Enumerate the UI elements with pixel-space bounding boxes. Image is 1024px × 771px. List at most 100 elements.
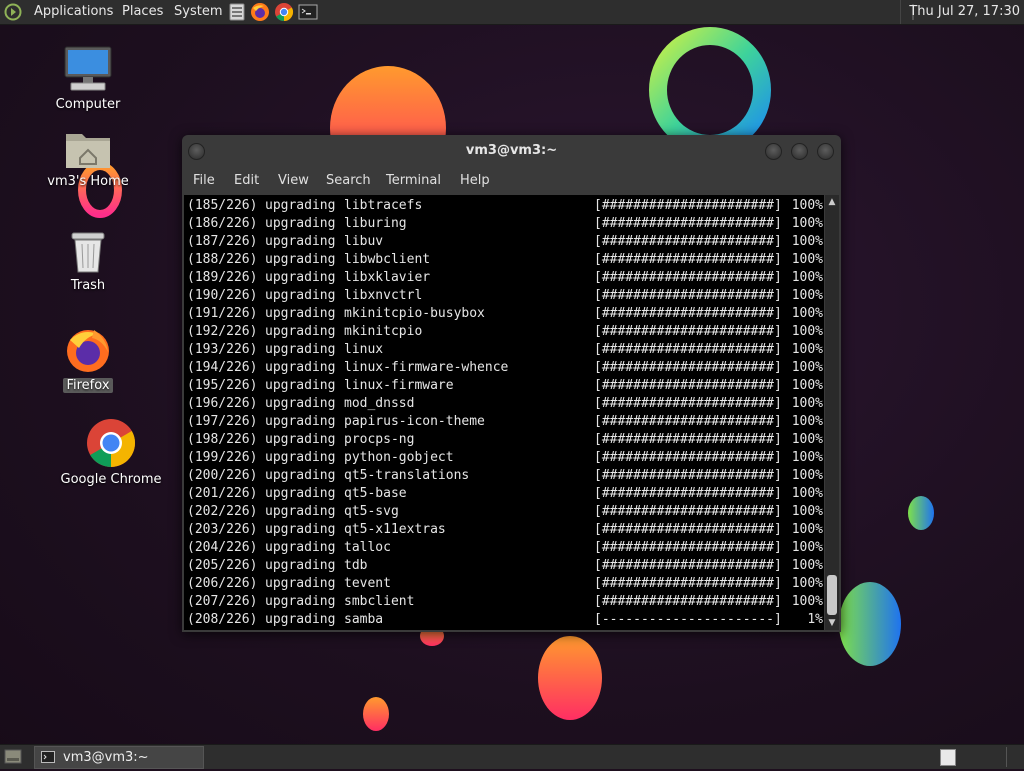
terminal-line: (203/226) upgrading qt5-x11extras [########… (187, 521, 823, 539)
line-action: upgrading (265, 252, 336, 267)
line-percent: 100% (791, 252, 823, 267)
terminal-launcher-icon[interactable] (298, 2, 318, 22)
line-action: upgrading (265, 198, 336, 213)
line-counter: (196/226) (187, 396, 258, 411)
menu-edit[interactable]: Edit (234, 167, 259, 195)
desktop-icon-label: Trash (70, 278, 106, 293)
line-progress-bar: [######################] (594, 432, 782, 447)
desktop-icon-home[interactable]: vm3's Home (33, 128, 143, 189)
line-action: upgrading (265, 468, 336, 483)
scroll-down-arrow-icon[interactable]: ▼ (826, 618, 838, 628)
terminal-scrollbar[interactable]: ▲ ▼ (825, 195, 839, 630)
home-folder-icon (64, 128, 112, 170)
panel-separator (1006, 747, 1007, 767)
menu-terminal[interactable]: Terminal (386, 167, 441, 195)
desktop-icon-trash[interactable]: Trash (33, 230, 143, 293)
maximize-button[interactable] (791, 143, 808, 160)
line-action: upgrading (265, 414, 336, 429)
system-menu[interactable]: System (174, 0, 222, 24)
line-counter: (194/226) (187, 360, 258, 375)
scroll-thumb[interactable] (827, 575, 837, 615)
desktop-icon-chrome[interactable]: Google Chrome (56, 418, 166, 487)
line-progress-bar: [######################] (594, 342, 782, 357)
line-progress-bar: [######################] (594, 450, 782, 465)
line-package: libtracefs (344, 198, 423, 213)
line-counter: (206/226) (187, 576, 258, 591)
terminal-line: (199/226) upgrading python-gobject [#######… (187, 449, 823, 467)
menu-file[interactable]: File (193, 167, 215, 195)
menu-logo-icon[interactable] (4, 3, 22, 21)
line-action: upgrading (265, 324, 336, 339)
scroll-up-arrow-icon[interactable]: ▲ (826, 197, 838, 207)
clock[interactable]: Thu Jul 27, 17:30 (900, 0, 1020, 24)
line-action: upgrading (265, 360, 336, 375)
bottom-panel: vm3@vm3:~ (0, 744, 1024, 769)
taskbar-window-label: vm3@vm3:~ (63, 750, 149, 765)
line-progress-bar: [######################] (594, 378, 782, 393)
line-package: tdb (344, 558, 368, 573)
line-action: upgrading (265, 576, 336, 591)
firefox-launcher-icon[interactable] (250, 2, 270, 22)
line-progress-bar: [######################] (594, 558, 782, 573)
line-action: upgrading (265, 270, 336, 285)
line-percent: 100% (791, 414, 823, 429)
line-percent: 100% (791, 360, 823, 375)
line-percent: 100% (791, 216, 823, 231)
line-counter: (188/226) (187, 252, 258, 267)
terminal-line: (208/226) upgrading samba [----------------… (187, 611, 823, 629)
line-counter: (204/226) (187, 540, 258, 555)
line-progress-bar: [######################] (594, 270, 782, 285)
line-action: upgrading (265, 522, 336, 537)
terminal-line: (195/226) upgrading linux-firmware [#######… (187, 377, 823, 395)
minimize-button[interactable] (765, 143, 782, 160)
line-package: qt5-translations (344, 468, 470, 483)
terminal-window[interactable]: vm3@vm3:~ File Edit View Search Terminal… (182, 135, 841, 632)
chrome-launcher-icon[interactable] (274, 2, 294, 22)
line-package: liburing (344, 216, 407, 231)
workspace-switcher[interactable] (940, 749, 956, 766)
line-percent: 100% (791, 504, 823, 519)
line-action: upgrading (265, 450, 336, 465)
terminal-line: (189/226) upgrading libxklavier [##########… (187, 269, 823, 287)
line-progress-bar: [######################] (594, 486, 782, 501)
line-package: libxnvctrl (344, 288, 423, 303)
terminal-line: (186/226) upgrading liburing [#############… (187, 215, 823, 233)
line-package: libxklavier (344, 270, 431, 285)
line-progress-bar: [######################] (594, 324, 782, 339)
line-action: upgrading (265, 486, 336, 501)
line-counter: (185/226) (187, 198, 258, 213)
terminal-line: (202/226) upgrading qt5-svg [##############… (187, 503, 823, 521)
line-percent: 100% (791, 234, 823, 249)
line-action: upgrading (265, 342, 336, 357)
line-percent: 100% (791, 270, 823, 285)
line-package: samba (344, 612, 384, 627)
file-manager-launcher-icon[interactable] (227, 2, 247, 22)
line-action: upgrading (265, 306, 336, 321)
line-package: mkinitcpio-busybox (344, 306, 485, 321)
close-button[interactable] (817, 143, 834, 160)
line-package: libuv (344, 234, 384, 249)
line-package: qt5-svg (344, 504, 399, 519)
line-counter: (192/226) (187, 324, 258, 339)
line-action: upgrading (265, 432, 336, 447)
terminal-line: (201/226) upgrading qt5-base [#############… (187, 485, 823, 503)
applications-menu[interactable]: Applications (34, 0, 113, 24)
places-menu[interactable]: Places (122, 0, 163, 24)
show-desktop-icon[interactable] (4, 748, 22, 765)
line-progress-bar: [######################] (594, 468, 782, 483)
line-package: smbclient (344, 594, 415, 609)
terminal-output[interactable]: (185/226) upgrading libtracefs [###########… (184, 195, 824, 630)
line-package: linux-firmware-whence (344, 360, 509, 375)
menu-search[interactable]: Search (326, 167, 371, 195)
line-action: upgrading (265, 558, 336, 573)
line-counter: (201/226) (187, 486, 258, 501)
line-action: upgrading (265, 288, 336, 303)
desktop-icon-firefox[interactable]: Firefox (33, 326, 143, 393)
menu-view[interactable]: View (278, 167, 309, 195)
line-counter: (203/226) (187, 522, 258, 537)
line-action: upgrading (265, 540, 336, 555)
taskbar-window-button[interactable]: vm3@vm3:~ (34, 746, 204, 769)
menu-help[interactable]: Help (460, 167, 490, 195)
line-action: upgrading (265, 612, 336, 627)
desktop-icon-computer[interactable]: Computer (33, 45, 143, 112)
